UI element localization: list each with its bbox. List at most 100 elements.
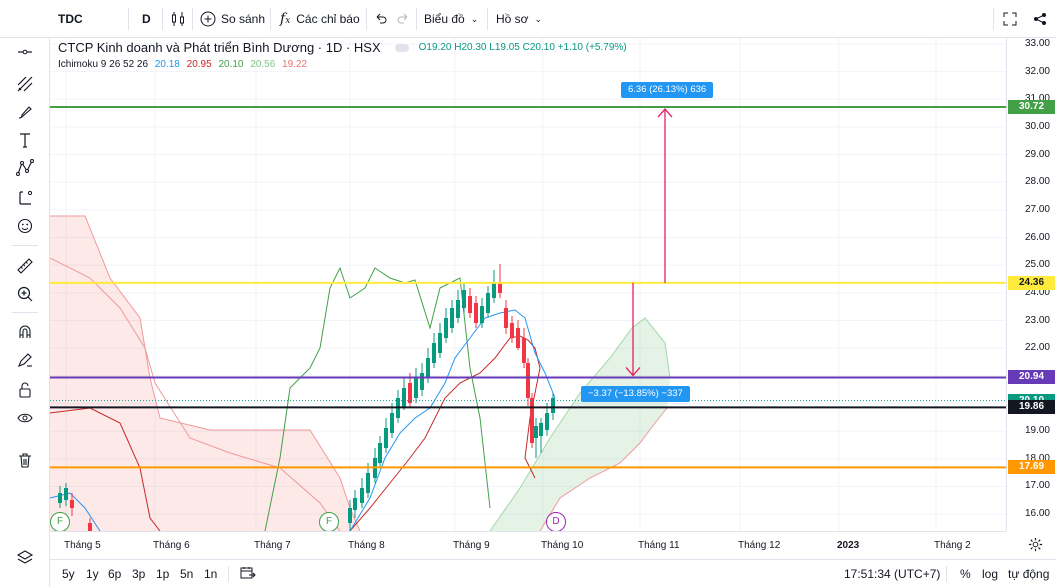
price-axis[interactable]: 33.00 32.00 31.00 30.00 29.00 28.00 27.00 26.00… <box>1006 38 1056 531</box>
chart-menu-button[interactable]: Biểu đồ ⌄ <box>424 0 478 38</box>
fullscreen-button[interactable] <box>1003 0 1017 38</box>
pattern-icon[interactable] <box>11 156 39 180</box>
price-label: 24.36 <box>1008 275 1055 290</box>
chevron-down-icon: ⌄ <box>534 13 543 24</box>
indicator-name: Ichimoku 9 26 52 26 <box>58 59 149 70</box>
eye-icon[interactable] <box>11 406 39 430</box>
candle-body <box>70 500 74 508</box>
close-value: C20.10 <box>522 42 555 53</box>
share-button[interactable] <box>1033 0 1047 38</box>
range-1y[interactable]: 1y <box>86 567 99 581</box>
candle-body <box>534 426 538 438</box>
time-tick: Tháng 11 <box>638 540 680 551</box>
interval-label: D <box>142 12 151 26</box>
time-tick: Tháng 9 <box>453 540 490 551</box>
lock-icon[interactable] <box>11 378 39 402</box>
gann-fib-icon[interactable] <box>11 72 39 96</box>
brush-icon[interactable] <box>11 100 39 124</box>
candle-body <box>545 413 549 430</box>
candle-body <box>480 306 484 323</box>
range-1n[interactable]: 1n <box>204 567 217 581</box>
profile-menu-button[interactable]: Hồ sơ ⌄ <box>496 0 542 38</box>
low-value: L19.05 <box>489 42 520 53</box>
magnet-icon[interactable] <box>11 320 39 344</box>
time-tick: Tháng 2 <box>934 540 971 551</box>
bearish-cloud <box>50 216 360 531</box>
senkou-b-value: 19.22 <box>282 59 308 70</box>
chikou-value: 20.10 <box>218 59 244 70</box>
time-axis[interactable]: Tháng 5 Tháng 6 Tháng 7 Tháng 8 Tháng 9 Tháng… <box>50 531 1006 559</box>
candle-body <box>390 413 394 433</box>
event-marker-d[interactable]: D <box>546 512 566 532</box>
log-toggle[interactable]: log <box>982 567 998 581</box>
range-3p[interactable]: 3p <box>132 567 145 581</box>
chart-legend: CTCP Kinh doanh và Phát triển Bình Dương… <box>58 40 627 70</box>
stay-in-drawing-icon[interactable] <box>11 348 39 372</box>
price-tick: 26.00 <box>1024 231 1050 243</box>
candle-body <box>88 523 92 531</box>
profile-menu-label: Hồ sơ <box>496 12 529 26</box>
price-tick: 27.00 <box>1024 203 1050 215</box>
drawing-toolbar <box>0 0 50 587</box>
settings-button[interactable] <box>1028 537 1043 555</box>
candle-body <box>504 308 508 328</box>
price-label: 20.94 <box>1008 370 1055 385</box>
event-marker-f[interactable]: F <box>50 512 70 532</box>
price-chart[interactable] <box>50 38 1006 531</box>
symbol-label: TDC <box>58 12 83 26</box>
chart-pane[interactable] <box>50 38 1006 531</box>
time-tick: Tháng 8 <box>348 540 385 551</box>
candle-body <box>510 323 514 338</box>
tenkan-value: 20.18 <box>154 59 180 70</box>
indicators-button[interactable]: fx Các chỉ báo <box>280 0 360 38</box>
ruler-icon[interactable] <box>11 254 39 278</box>
indicator-row[interactable]: Ichimoku 9 26 52 26 20.18 20.95 20.10 20… <box>58 59 627 70</box>
time-tick: Tháng 10 <box>541 540 584 551</box>
emoji-icon[interactable] <box>11 214 39 238</box>
time-tick: Tháng 6 <box>153 540 190 551</box>
senkou-a-value: 20.56 <box>250 59 276 70</box>
compare-label: So sánh <box>221 12 266 26</box>
date-range-button[interactable] <box>240 566 256 583</box>
measure-up-label[interactable]: 6.36 (26.13%) 636 <box>621 82 714 98</box>
zoom-in-icon[interactable] <box>11 282 39 306</box>
chevron-down-icon: ⌄ <box>470 13 479 24</box>
price-tick: 30.00 <box>1024 120 1050 132</box>
object-tree-icon[interactable] <box>11 545 39 569</box>
symbol-search[interactable]: TDC <box>58 0 83 38</box>
redo-icon <box>397 13 408 24</box>
undo-icon <box>376 13 387 24</box>
candle-body <box>420 373 424 390</box>
range-5n[interactable]: 5n <box>180 567 193 581</box>
chart-menu-label: Biểu đồ <box>424 12 465 26</box>
range-6p[interactable]: 6p <box>108 567 121 581</box>
candle-body <box>462 290 466 308</box>
range-5y[interactable]: 5y <box>62 567 75 581</box>
candle-body <box>486 293 490 313</box>
fx-icon: fx <box>280 11 291 27</box>
time-tick: Tháng 5 <box>64 540 101 551</box>
candle-body <box>474 303 478 323</box>
candle-body <box>426 358 430 378</box>
time-tick: Tháng 7 <box>254 540 291 551</box>
trend-line-icon[interactable] <box>11 40 39 64</box>
text-tool-icon[interactable] <box>11 128 39 152</box>
bottom-toolbar: 5y 1y 6p 3p 1p 5n 1n 17:51:34 (UTC+7) % … <box>50 559 1056 587</box>
auto-toggle[interactable]: tự động <box>1008 567 1049 581</box>
prediction-icon[interactable] <box>11 186 39 210</box>
candle-body <box>408 383 412 403</box>
percent-toggle[interactable]: % <box>960 567 971 581</box>
candle-body <box>492 283 496 298</box>
range-1p[interactable]: 1p <box>156 567 169 581</box>
undo-button[interactable] <box>374 0 388 38</box>
redo-button[interactable] <box>396 0 410 38</box>
chart-style-button[interactable] <box>170 0 186 38</box>
bullish-cloud <box>490 318 670 531</box>
measure-down-label[interactable]: −3.37 (−13.85%) −337 <box>581 386 690 402</box>
event-marker-f[interactable]: F <box>319 512 339 532</box>
clock-time[interactable]: 17:51:34 (UTC+7) <box>844 567 940 581</box>
collapse-legend-icon[interactable] <box>394 43 409 52</box>
trash-icon[interactable] <box>11 448 39 472</box>
compare-button[interactable]: So sánh <box>200 0 265 38</box>
interval-button[interactable]: D <box>142 0 151 38</box>
